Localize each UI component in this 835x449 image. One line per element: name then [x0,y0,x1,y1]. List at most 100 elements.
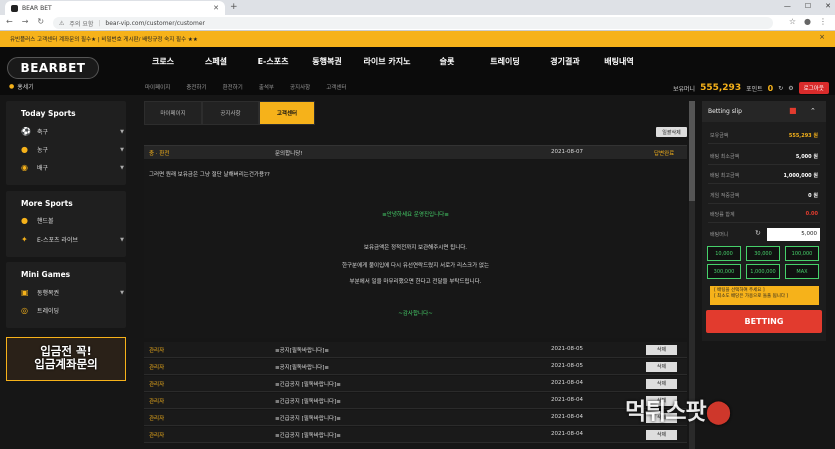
sidebar-item-esports-live[interactable]: ✦ E-스포츠 라이브 ▼ [21,235,124,244]
main-nav-item[interactable]: 경기결과 [536,56,594,67]
row-title: ≡긴급공지 [필독바랍니다]≡ [275,433,341,439]
back-icon[interactable]: ← [6,17,13,26]
sub-nav-item[interactable]: 마이페이지 [145,83,170,91]
browser-tab[interactable]: BEAR BET ✕ [5,1,225,15]
slip-row-value: 1,000,000 원 [783,173,819,179]
chip-1000000-button[interactable]: 1,000,000 [746,264,780,279]
sub-nav-item[interactable]: 공지사항 [290,83,310,91]
content-tabs: 마이페이지 공지사항 고객센터 [144,101,315,125]
row-title: ≡긴급공지 [필독바랍니다]≡ [275,416,341,422]
sidebar-item-label: 동행복권 [37,290,60,297]
delete-button[interactable]: 삭제 [646,379,677,389]
row-author: 관리자 [149,348,165,354]
collapse-chevron-icon[interactable]: ⌃ [810,107,816,115]
bet-amount-label: 배팅머니 [710,232,729,238]
bet-amount-input[interactable]: 5,000 [767,228,820,241]
row-title: ≡긴급공지 [필독바랍니다]≡ [275,382,341,388]
slip-row: 배팅 최소금액 5,000 원 [708,148,820,165]
table-row[interactable]: 관리자 ≡긴급공지 [필독바랍니다]≡ 2021-08-04 삭제 [144,376,687,392]
sub-nav-item[interactable]: 출석부 [259,83,274,91]
sidebar-item-volleyball[interactable]: ◉ 배구 ▼ [21,163,124,172]
sidebar-item-basketball[interactable]: ● 농구 ▼ [21,145,124,154]
tab-mypage[interactable]: 마이페이지 [144,101,202,125]
sidebar-item-handball[interactable]: ● 핸드볼 [21,216,124,225]
chevron-down-icon: ▼ [120,128,124,135]
chip-10000-button[interactable]: 10,000 [707,246,741,261]
trash-icon[interactable]: ■ [789,106,797,115]
site-logo[interactable]: BEARBET [7,57,99,79]
notice-close-icon[interactable]: × [819,33,825,41]
lottery-icon: ▣ [21,288,29,297]
delete-button[interactable]: 삭제 [646,345,677,355]
window-close-icon[interactable]: ✕ [825,2,831,10]
sub-nav-item[interactable]: 환전하기 [223,83,243,91]
url-field[interactable]: ⚠ 주의 요함 | bear-vip.com/customer/customer [53,17,773,29]
reload-icon[interactable]: ↻ [37,17,44,26]
row-author: 관리자 [149,416,165,422]
sidebar-item-lottery[interactable]: ▣ 동행복권 ▼ [21,288,124,297]
message-date: 2021-08-07 [551,149,583,155]
bulk-delete-button[interactable]: 일괄삭제 [656,127,687,137]
close-tab-icon[interactable]: ✕ [213,4,219,12]
minimize-icon[interactable]: — [784,2,791,10]
tab-notice[interactable]: 공지사항 [202,101,259,125]
main-nav-item[interactable]: 트레이딩 [474,56,536,67]
profile-icon[interactable]: ● [804,17,811,26]
delete-button[interactable]: 삭제 [646,430,677,440]
sub-nav-item[interactable]: 고객센터 [326,83,346,91]
address-icons: ☆ ● ⋮ [789,17,827,26]
main-nav-item[interactable]: E-스포츠 [246,56,300,67]
refresh-icon[interactable]: ↻ [778,85,783,92]
slip-row-label: 배팅 최소금액 [710,154,740,160]
chevron-down-icon: ▼ [120,289,124,296]
forward-icon[interactable]: → [22,17,29,26]
delete-button[interactable]: 삭제 [646,362,677,372]
chip-30000-button[interactable]: 30,000 [746,246,780,261]
main-nav-item[interactable]: 배팅내역 [594,56,644,67]
settings-gear-icon[interactable]: ⚙ [788,85,793,92]
sidebar-item-trading[interactable]: ◎ 트레이딩 [21,306,124,315]
new-tab-icon[interactable]: + [230,2,238,12]
reply-greeting: ≡안녕하세요 운영진입니다≡ [382,212,449,218]
message-header-row[interactable]: 충 · 환전 문의합니당! 2021-08-07 답변완료 [144,145,687,159]
sidebar-item-soccer[interactable]: ⚽ 축구 ▼ [21,127,124,136]
sidebar-item-label: 핸드볼 [37,218,54,225]
user-menu[interactable]: ● 홍세기 [9,82,34,91]
slip-row-value: 0 원 [808,193,818,199]
chevron-down-icon: ▼ [120,164,124,171]
slip-row-value: 0.00 [805,211,818,217]
deposit-inquiry-banner[interactable]: 입금전 꼭! 입금계좌문의 [6,337,126,381]
bookmark-star-icon[interactable]: ☆ [789,17,796,26]
table-row[interactable]: 관리자 ≡공지[필독바랍니다]≡ 2021-08-05 삭제 [144,359,687,375]
main-nav-item[interactable]: 크로스 [140,56,186,67]
point-label: 포인트 [746,85,763,93]
map-pin-icon: ⬤ [705,399,732,425]
chip-300000-button[interactable]: 300,000 [707,264,741,279]
betting-button[interactable]: BETTING [706,310,822,333]
table-row[interactable]: 관리자 ≡긴급공지 [필독바랍니다]≡ 2021-08-04 삭제 [144,427,687,443]
chip-max-button[interactable]: MAX [785,264,819,279]
tab-customer-center[interactable]: 고객센터 [259,101,315,125]
main-nav-item[interactable]: 슬롯 [420,56,474,67]
sidebar-item-label: 농구 [37,147,49,154]
maximize-icon[interactable]: ☐ [805,2,811,10]
row-date: 2021-08-04 [551,397,583,403]
reset-amount-icon[interactable]: ↻ [755,229,761,237]
slip-row: 배당률 합계 0.00 [708,206,820,223]
user-name: 홍세기 [17,84,34,91]
table-row[interactable]: 관리자 ≡공지[필독바랍니다]≡ 2021-08-05 삭제 [144,342,687,358]
scrollbar-thumb[interactable] [689,101,695,201]
chip-100000-button[interactable]: 100,000 [785,246,819,261]
main-nav-item[interactable]: 스페셜 [186,56,246,67]
browser-menu-icon[interactable]: ⋮ [819,17,827,26]
table-row[interactable]: 관리자 ≡긴급공지 [필독바랍니다]≡ 2021-08-04 삭제 [144,410,687,426]
mini-games-title: Mini Games [21,270,71,279]
logout-button[interactable]: 로그아웃 [798,82,829,94]
table-row[interactable]: 관리자 ≡긴급공지 [필독바랍니다]≡ 2021-08-04 삭제 [144,393,687,409]
warning-icon: ⚠ [59,19,65,27]
sub-nav-item[interactable]: 충전하기 [186,83,206,91]
main-nav-item[interactable]: 동행복권 [300,56,354,67]
slip-row-label: 배당률 합계 [710,212,735,218]
main-nav-item[interactable]: 라이브 카지노 [354,56,420,67]
row-author: 관리자 [149,365,165,371]
